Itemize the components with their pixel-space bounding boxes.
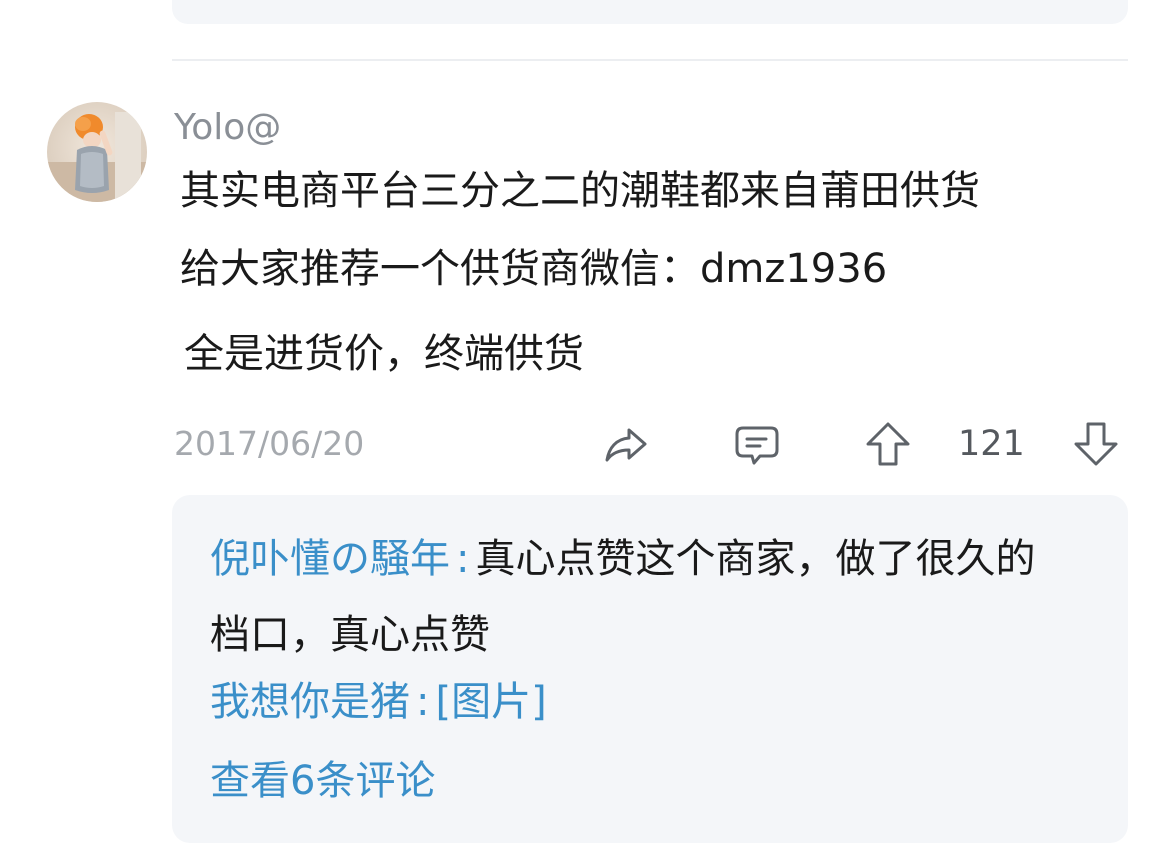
comment-username[interactable]: Yolo@ — [174, 104, 281, 152]
comment-page: Yolo@ 其实电商平台三分之二的潮鞋都来自莆田供货 给大家推荐一个供货商微信：… — [0, 0, 1176, 853]
comment-date: 2017/06/20 — [174, 424, 365, 463]
view-more-replies-label[interactable]: 查看6条评论 — [210, 758, 435, 804]
comment-text-line-2: 给大家推荐一个供货商微信：dmz1936 — [180, 246, 888, 292]
reply-item: 我想你是猪: [图片] — [210, 676, 547, 728]
comment-divider — [172, 59, 1128, 61]
vote-count: 121 — [958, 424, 1025, 464]
comment-text-line-1: 其实电商平台三分之二的潮鞋都来自莆田供货 — [180, 168, 980, 214]
reply-username[interactable]: 倪卟懂の騒年 — [210, 536, 450, 582]
reply-item: 倪卟懂の騒年: 真心点赞这个商家，做了很久的 — [210, 533, 1035, 585]
reply-text: 真心点赞这个商家，做了很久的 — [475, 536, 1036, 582]
reply-text: 档口，真心点赞 — [210, 612, 490, 658]
user-avatar[interactable] — [47, 102, 147, 202]
downvote-icon[interactable] — [1072, 420, 1120, 468]
upvote-icon[interactable] — [864, 420, 912, 468]
view-more-replies[interactable]: 查看6条评论 — [210, 755, 435, 807]
reply-text-continued: 档口，真心点赞 — [210, 609, 490, 661]
comment-text-line-3: 全是进货价，终端供货 — [184, 331, 584, 377]
reply-image-link[interactable]: [图片] — [435, 679, 546, 725]
comment-icon[interactable] — [733, 420, 781, 468]
reply-username[interactable]: 我想你是猪 — [210, 679, 410, 725]
reply-separator: : — [456, 536, 470, 582]
previous-reply-box — [172, 0, 1128, 24]
share-icon[interactable] — [602, 420, 650, 468]
reply-separator: : — [416, 679, 430, 725]
